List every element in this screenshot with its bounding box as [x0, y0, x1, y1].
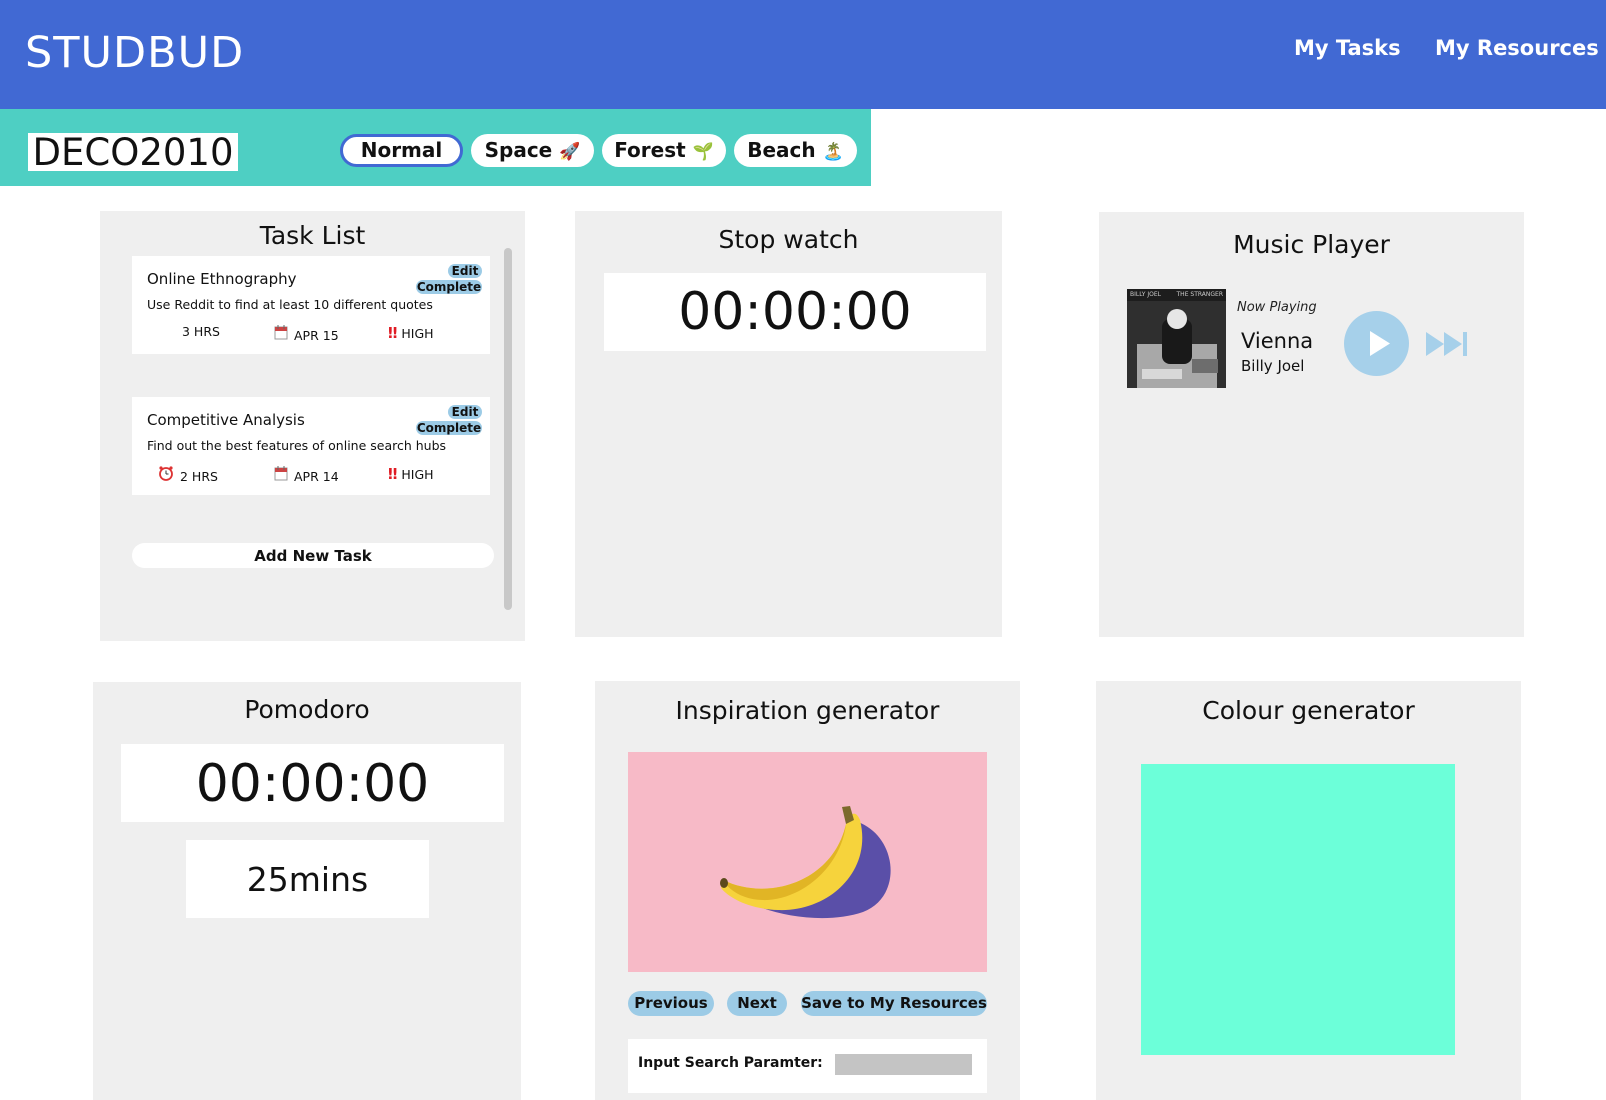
- rocket-icon: 🚀: [559, 142, 581, 162]
- theme-beach-button[interactable]: Beach 🏝️: [734, 134, 857, 167]
- task-priority: ‼ HIGH: [388, 324, 434, 342]
- priority-value: HIGH: [401, 467, 434, 482]
- play-icon: [1370, 331, 1390, 356]
- search-label: Input Search Paramter:: [638, 1055, 823, 1071]
- panel-title: Inspiration generator: [675, 696, 940, 725]
- song-artist: Billy Joel: [1241, 357, 1305, 375]
- now-playing-label: Now Playing: [1237, 300, 1317, 315]
- nav-my-resources[interactable]: My Resources: [1435, 36, 1599, 60]
- song-title: Vienna: [1241, 329, 1314, 353]
- inspiration-image: [628, 752, 987, 972]
- album-text-right: THE STRANGER: [1176, 291, 1223, 298]
- album-text-left: BILLY JOEL: [1130, 291, 1161, 298]
- theme-normal-button[interactable]: Normal: [340, 134, 463, 167]
- search-box: Input Search Paramter:: [628, 1039, 987, 1093]
- course-code: DECO2010: [28, 133, 238, 173]
- calendar-icon: [274, 324, 288, 343]
- island-icon: 🏝️: [822, 142, 844, 162]
- theme-forest-button[interactable]: Forest 🌱: [602, 134, 726, 167]
- alarm-clock-icon: [158, 465, 174, 484]
- task-list-scrollbar[interactable]: [504, 248, 512, 610]
- album-cover: BILLY JOEL THE STRANGER: [1127, 289, 1226, 388]
- date-value: APR 14: [294, 469, 339, 484]
- pomodoro-panel: Pomodoro 00:00:00 25mins: [93, 682, 521, 1100]
- stopwatch-panel: Stop watch 00:00:00: [575, 211, 1002, 637]
- stopwatch-display[interactable]: 00:00:00: [604, 273, 986, 351]
- complete-button[interactable]: Complete: [416, 421, 482, 435]
- pomodoro-duration[interactable]: 25mins: [186, 840, 429, 918]
- edit-button[interactable]: Edit: [448, 405, 482, 419]
- theme-label: Space: [484, 138, 553, 162]
- theme-label: Normal: [360, 138, 443, 162]
- exclamation-icon: ‼: [388, 324, 398, 342]
- task-card[interactable]: Competitive Analysis Find out the best f…: [132, 397, 490, 495]
- top-navbar: STUDBUD My Tasks My Resources: [0, 0, 1606, 109]
- task-date: APR 14: [274, 465, 339, 484]
- brand-logo[interactable]: STUDBUD: [25, 28, 244, 78]
- panel-title: Music Player: [1233, 230, 1390, 259]
- banana-image: [720, 806, 891, 919]
- theme-label: Forest: [614, 138, 686, 162]
- panel-title: Stop watch: [718, 225, 859, 254]
- theme-space-button[interactable]: Space 🚀: [471, 134, 594, 167]
- seedling-icon: 🌱: [692, 142, 714, 162]
- hours-value: 3 HRS: [182, 324, 220, 339]
- date-value: APR 15: [294, 328, 339, 343]
- task-priority: ‼ HIGH: [388, 465, 434, 483]
- exclamation-icon: ‼: [388, 465, 398, 483]
- panel-title: Colour generator: [1202, 696, 1415, 725]
- skip-forward-icon: [1426, 332, 1467, 356]
- colour-swatch[interactable]: [1141, 764, 1455, 1055]
- inspiration-panel: Inspiration generator Previous Next Save…: [595, 681, 1020, 1100]
- task-hours: 3 HRS: [182, 324, 220, 339]
- add-task-button[interactable]: Add New Task: [132, 543, 494, 568]
- colour-generator-panel: Colour generator: [1096, 681, 1521, 1100]
- calendar-icon: [274, 465, 288, 484]
- skip-forward-button[interactable]: [1426, 330, 1470, 358]
- edit-button[interactable]: Edit: [448, 264, 482, 278]
- task-card[interactable]: Online Ethnography Use Reddit to find at…: [132, 256, 490, 354]
- task-date: APR 15: [274, 324, 339, 343]
- next-button[interactable]: Next: [727, 991, 787, 1016]
- pomodoro-display[interactable]: 00:00:00: [121, 744, 504, 822]
- task-description: Find out the best features of online sea…: [147, 438, 447, 453]
- complete-button[interactable]: Complete: [416, 280, 482, 294]
- save-to-resources-button[interactable]: Save to My Resources: [801, 991, 987, 1016]
- task-name: Competitive Analysis: [147, 411, 305, 429]
- task-name: Online Ethnography: [147, 270, 297, 288]
- play-button[interactable]: [1344, 311, 1409, 376]
- hours-value: 2 HRS: [180, 469, 218, 484]
- task-hours: 2 HRS: [158, 465, 218, 484]
- panel-title: Pomodoro: [244, 695, 370, 724]
- task-list-panel: Task List Online Ethnography Use Reddit …: [100, 211, 525, 641]
- music-player-panel: Music Player BILLY JOEL THE STRANGER Now…: [1099, 212, 1524, 637]
- theme-label: Beach: [747, 138, 816, 162]
- nav-my-tasks[interactable]: My Tasks: [1294, 36, 1401, 60]
- previous-button[interactable]: Previous: [628, 991, 714, 1016]
- search-input[interactable]: [835, 1054, 972, 1075]
- task-description: Use Reddit to find at least 10 different…: [147, 297, 433, 312]
- priority-value: HIGH: [401, 326, 434, 341]
- panel-title: Task List: [259, 221, 366, 250]
